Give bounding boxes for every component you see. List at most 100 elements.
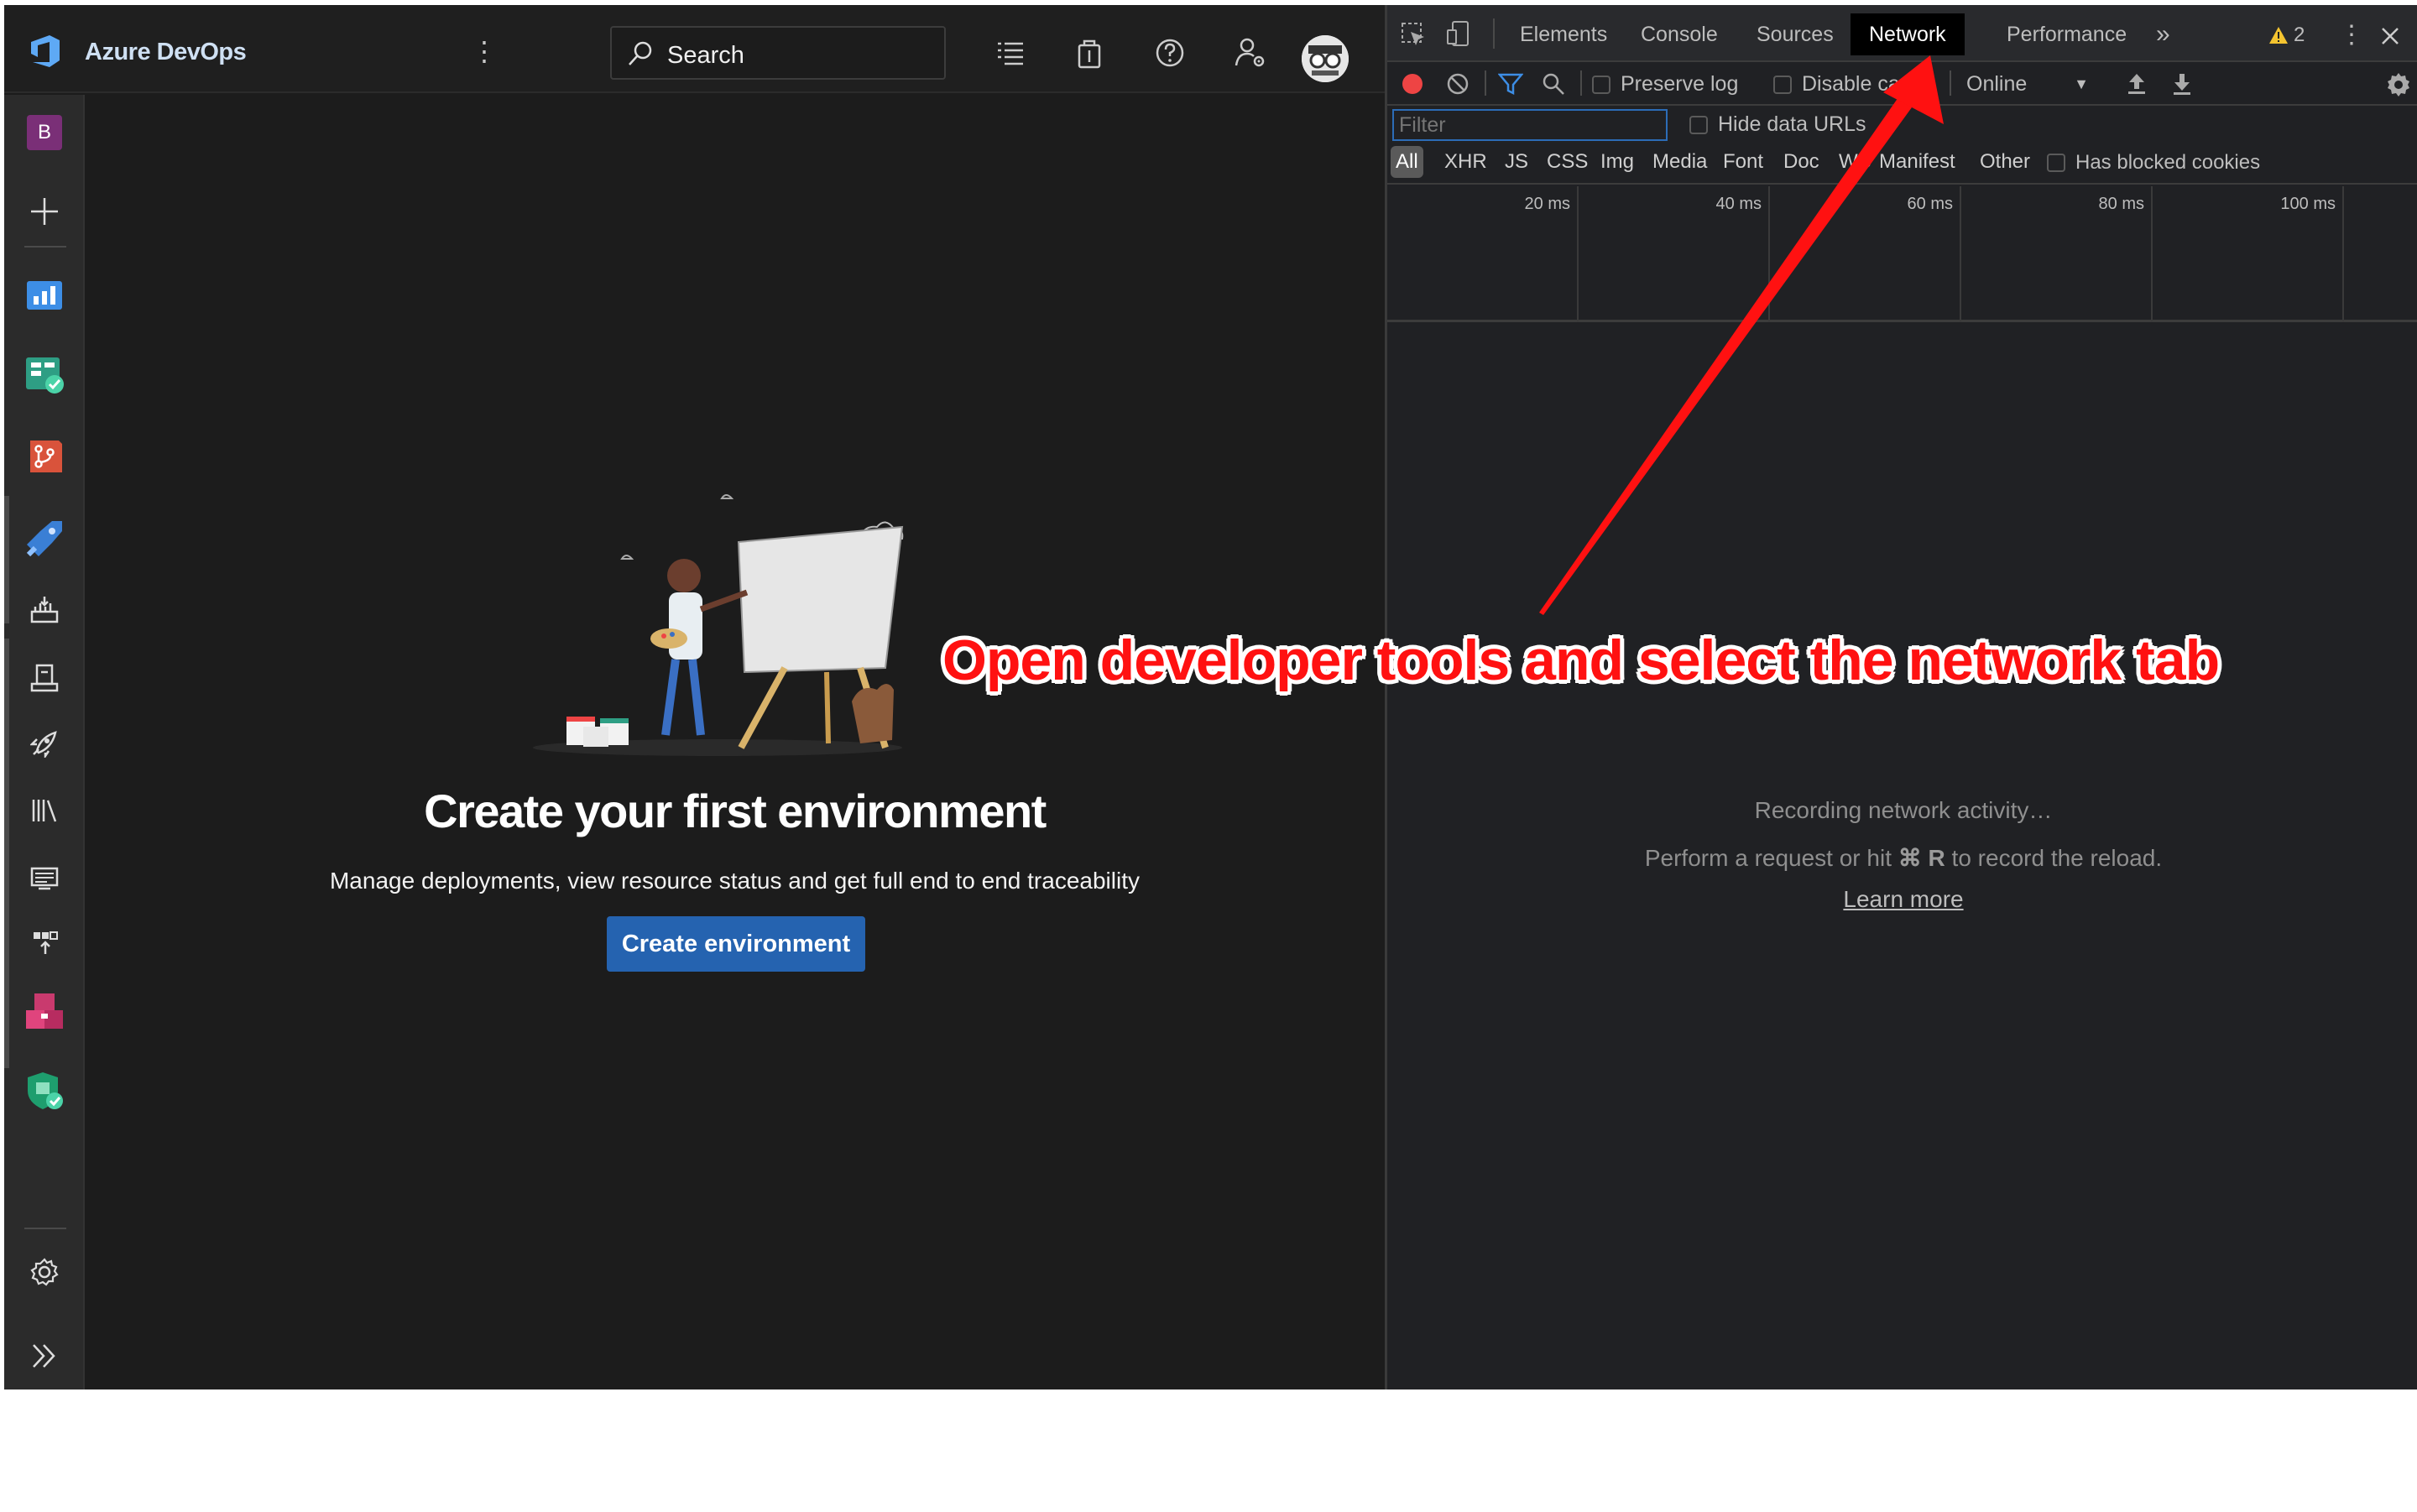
recording-message: Recording network activity… [1754, 797, 2053, 823]
expand-chevrons-icon[interactable] [4, 1327, 85, 1385]
has-blocked-cookies-option[interactable]: Has blocked cookies [2047, 151, 2260, 175]
type-img[interactable]: Img [1595, 146, 1639, 178]
deployment-groups-icon[interactable] [4, 914, 85, 972]
disable-cache-checkbox[interactable] [1773, 75, 1792, 94]
azure-devops-logo-icon[interactable] [26, 32, 65, 70]
type-font[interactable]: Font [1718, 146, 1768, 178]
empty-state-title: Create your first environment [424, 785, 1047, 837]
repos-icon[interactable] [4, 427, 85, 486]
rail-divider [24, 246, 66, 248]
type-ws[interactable]: WS [1834, 146, 1877, 178]
type-doc[interactable]: Doc [1778, 146, 1824, 178]
tab-network[interactable]: Network [1851, 13, 1965, 55]
throttling-select[interactable]: Online ▼ [1966, 70, 2092, 97]
reload-hint-prefix: Perform a request or hit [1644, 845, 1892, 871]
more-tabs-chevron-icon[interactable]: » [2138, 13, 2189, 55]
timeline-tick-label: 60 ms [1907, 195, 1953, 213]
dropdown-arrow-icon: ▼ [2074, 76, 2089, 92]
create-environment-button[interactable]: Create environment [607, 916, 865, 972]
type-media[interactable]: Media [1647, 146, 1712, 178]
annotation-caption: Open developer tools and select the netw… [942, 628, 2220, 692]
user-avatar[interactable] [1302, 35, 1349, 82]
timeline-gridline [1577, 186, 1579, 322]
tab-divider [1493, 18, 1495, 49]
timeline-tick-label: 80 ms [2098, 195, 2144, 213]
empty-state-illustration [525, 492, 927, 760]
filter-funnel-icon[interactable] [1498, 72, 1523, 96]
app-name[interactable]: Azure DevOps [85, 39, 247, 66]
project-settings-gear-icon[interactable] [4, 1243, 85, 1301]
import-har-icon[interactable] [2126, 72, 2148, 96]
pipelines-icon[interactable] [4, 509, 85, 568]
learn-more-link[interactable]: Learn more [1387, 886, 2417, 913]
boards-icon[interactable] [4, 345, 85, 404]
hide-data-urls-option[interactable]: Hide data URLs [1689, 112, 1866, 137]
hide-data-urls-label: Hide data URLs [1718, 112, 1866, 136]
has-blocked-cookies-checkbox[interactable] [2047, 154, 2065, 172]
search-icon [627, 40, 654, 67]
has-blocked-cookies-label: Has blocked cookies [2075, 151, 2261, 174]
preserve-log-option[interactable]: Preserve log [1592, 72, 1738, 96]
toolbar-divider [1580, 70, 1582, 96]
devtools-pane: Elements Console Sources Network Perform… [1385, 5, 2417, 1389]
timeline-tick-label: 40 ms [1715, 195, 1762, 213]
empty-state-subtitle: Manage deployments, view resource status… [329, 868, 1140, 894]
hide-data-urls-checkbox[interactable] [1689, 115, 1708, 134]
tab-performance[interactable]: Performance [1988, 13, 2145, 55]
azure-devops-pane: Azure DevOps ⋮ Search B Create your firs… [4, 5, 1385, 1389]
devtools-menu-icon[interactable]: ⋮ [2339, 20, 2364, 50]
tab-elements[interactable]: Elements [1501, 13, 1626, 55]
tab-sources[interactable]: Sources [1738, 13, 1852, 55]
network-settings-gear-icon[interactable] [2386, 72, 2411, 97]
new-item-plus-icon[interactable] [4, 182, 85, 241]
reload-hint: Perform a request or hit ⌘ R to record t… [1387, 844, 2417, 872]
security-shield-icon[interactable] [4, 1061, 85, 1120]
preserve-log-checkbox[interactable] [1592, 75, 1610, 94]
type-manifest[interactable]: Manifest [1874, 146, 1960, 178]
type-js[interactable]: JS [1500, 146, 1533, 178]
resource-type-filter-bar: All XHR JS CSS Img Media Font Doc WS Man… [1387, 143, 2417, 185]
tab-console[interactable]: Console [1622, 13, 1736, 55]
marketplace-bag-icon[interactable] [1072, 35, 1107, 70]
throttling-value: Online [1966, 72, 2028, 96]
environments-icon[interactable] [4, 649, 85, 707]
inspect-element-icon[interactable] [1401, 22, 1426, 47]
builds-icon[interactable] [4, 580, 85, 639]
type-all[interactable]: All [1391, 146, 1423, 178]
library-icon[interactable] [4, 781, 85, 840]
more-options-icon[interactable]: ⋮ [471, 38, 498, 67]
toolbar-divider [1485, 70, 1486, 96]
timeline-tick-label: 100 ms [2280, 195, 2336, 213]
close-devtools-icon[interactable] [2381, 27, 2399, 45]
filter-input[interactable] [1392, 109, 1668, 141]
record-button-icon[interactable] [1401, 72, 1424, 96]
artifacts-icon[interactable] [4, 983, 85, 1041]
search-placeholder: Search [667, 42, 744, 69]
project-avatar[interactable]: B [4, 103, 85, 162]
disable-cache-option[interactable]: Disable ca [1773, 72, 1900, 96]
toolbar-divider [1950, 70, 1951, 96]
timeline-gridline [1960, 186, 1961, 322]
search-box[interactable]: Search [610, 26, 946, 80]
type-css[interactable]: CSS [1542, 146, 1593, 178]
devtools-tab-bar: Elements Console Sources Network Perform… [1387, 5, 2417, 62]
learn-more-text[interactable]: Learn more [1843, 886, 1963, 912]
timeline-gridline [2342, 186, 2344, 322]
task-groups-icon[interactable] [4, 848, 85, 907]
warning-triangle-icon [2269, 27, 2288, 44]
task-list-icon[interactable] [993, 35, 1028, 70]
user-settings-icon[interactable] [1233, 35, 1268, 70]
network-timeline-overview[interactable]: 20 ms 40 ms 60 ms 80 ms 100 ms [1387, 186, 2417, 322]
export-har-icon[interactable] [2171, 72, 2193, 96]
left-navigation-rail: B [4, 95, 85, 1389]
device-toolbar-icon[interactable] [1446, 20, 1471, 47]
search-icon[interactable] [1542, 72, 1565, 96]
help-icon[interactable] [1152, 35, 1188, 70]
reload-shortcut: ⌘ R [1898, 845, 1945, 871]
warnings-indicator[interactable]: 2 [2268, 23, 2305, 47]
releases-rocket-icon[interactable] [4, 714, 85, 773]
overview-icon[interactable] [4, 264, 85, 323]
type-xhr[interactable]: XHR [1439, 146, 1492, 178]
type-other[interactable]: Other [1975, 146, 2035, 178]
clear-icon[interactable] [1446, 72, 1470, 96]
